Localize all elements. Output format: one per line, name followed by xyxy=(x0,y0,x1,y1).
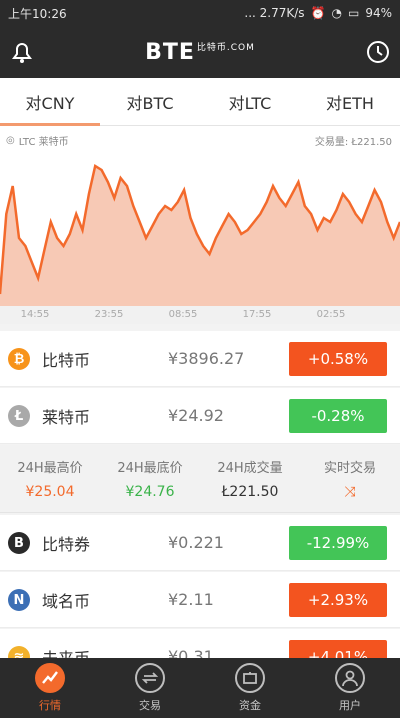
wallet-icon xyxy=(235,663,265,693)
coin-name: 比特币 xyxy=(42,350,91,370)
litecoin-icon: Ł xyxy=(8,405,30,427)
coin-row[interactable]: Ł 莱特币 ¥24.92 -0.28% xyxy=(0,388,400,444)
bitcoin-icon: ₿ xyxy=(8,348,30,370)
nav-label: 资金 xyxy=(239,699,261,712)
coin-name: 比特券 xyxy=(42,534,91,554)
nav-label: 交易 xyxy=(139,699,161,712)
status-battery: 94% xyxy=(365,6,392,20)
chart-icon xyxy=(35,663,65,693)
bitshares-icon: B xyxy=(8,532,30,554)
nav-label: 行情 xyxy=(39,699,61,712)
coin-row[interactable]: ₿ 比特币 ¥3896.27 +0.58% xyxy=(0,331,400,387)
tab-ltc[interactable]: 对LTC xyxy=(200,78,300,125)
shuffle-icon: ⤨ xyxy=(344,484,356,500)
clock-icon xyxy=(367,41,389,63)
coin-price: ¥24.92 xyxy=(168,406,224,425)
chart-pair: ◎ LTC 莱特币 xyxy=(6,133,69,148)
wifi-icon: ◔ xyxy=(331,6,342,20)
stat-high: 24H最高价 ¥25.04 xyxy=(0,445,100,512)
nav-market[interactable]: 行情 xyxy=(0,658,100,718)
chart-area xyxy=(0,166,400,306)
status-right: ... 2.77K/s ⏰ ◔ ▭ 94% xyxy=(244,6,392,20)
nav-label: 用户 xyxy=(339,699,361,712)
x-tick-label: 08:55 xyxy=(169,309,198,320)
currency-tabs: 对CNY 对BTC 对LTC 对ETH xyxy=(0,78,400,126)
price-chart[interactable]: 14:55 23:55 08:55 17:55 02:55 ◎ LTC 莱特币 交易量:… xyxy=(0,126,400,324)
coin-name: 域名币 xyxy=(42,591,91,611)
stat-value: ¥24.76 xyxy=(125,484,175,500)
status-network: ... 2.77K/s xyxy=(244,6,305,20)
coin-name: 莱特币 xyxy=(42,407,91,427)
coin-price: ¥2.11 xyxy=(168,590,214,609)
coin-row[interactable]: B 比特券 ¥0.221 -12.99% xyxy=(0,515,400,571)
realtime-trade-button[interactable]: 实时交易 ⤨ xyxy=(300,445,400,512)
stats-bar: 24H最高价 ¥25.04 24H最底价 ¥24.76 24H成交量 Ł221.… xyxy=(0,445,400,513)
logo-sub: 比特币.COM xyxy=(196,42,255,53)
stat-label: 实时交易 xyxy=(323,461,376,476)
x-tick-label: 23:55 xyxy=(95,309,124,320)
stat-low: 24H最底价 ¥24.76 xyxy=(100,445,200,512)
chart-pair-label: LTC 莱特币 xyxy=(18,137,69,148)
nav-user[interactable]: 用户 xyxy=(300,658,400,718)
coin-change[interactable]: -0.28% xyxy=(289,398,387,433)
chart-volume: 交易量: Ł221.50 xyxy=(314,137,392,148)
bell-icon xyxy=(12,43,32,63)
stat-label: 24H最高价 xyxy=(17,461,83,476)
litecoin-small-icon: ◎ xyxy=(6,135,15,146)
user-icon xyxy=(335,663,365,693)
coin-change[interactable]: +2.93% xyxy=(289,582,387,617)
bottom-nav: 行情 交易 资金 用户 xyxy=(0,658,400,718)
stat-label: 24H最底价 xyxy=(117,461,183,476)
x-tick-label: 17:55 xyxy=(243,309,272,320)
history-button[interactable] xyxy=(364,38,392,66)
price-chart-svg: 14:55 23:55 08:55 17:55 02:55 xyxy=(0,164,400,324)
status-bar: 上午10:26 ... 2.77K/s ⏰ ◔ ▭ 94% xyxy=(0,0,400,26)
stat-value: Ł221.50 xyxy=(221,484,279,500)
nav-funds[interactable]: 资金 xyxy=(200,658,300,718)
x-tick-label: 14:55 xyxy=(21,309,50,320)
stat-label: 24H成交量 xyxy=(217,461,283,476)
x-tick-label: 02:55 xyxy=(317,309,346,320)
tab-eth[interactable]: 对ETH xyxy=(300,78,400,125)
bell-button[interactable] xyxy=(8,38,36,66)
coin-row[interactable]: N 域名币 ¥2.11 +2.93% xyxy=(0,572,400,628)
stat-value: ¥25.04 xyxy=(25,484,75,500)
coin-change[interactable]: -12.99% xyxy=(289,525,387,560)
battery-icon: ▭ xyxy=(347,6,360,20)
namecoin-icon: N xyxy=(8,589,30,611)
exchange-icon xyxy=(135,663,165,693)
nav-trade[interactable]: 交易 xyxy=(100,658,200,718)
stat-volume: 24H成交量 Ł221.50 xyxy=(200,445,300,512)
coin-change[interactable]: +0.58% xyxy=(289,341,387,376)
coin-price: ¥3896.27 xyxy=(168,349,245,368)
tab-cny[interactable]: 对CNY xyxy=(0,78,100,126)
tab-btc[interactable]: 对BTC xyxy=(100,78,200,125)
alarm-icon: ⏰ xyxy=(310,6,326,20)
coin-price: ¥0.221 xyxy=(168,533,224,552)
app-logo: BTE 比特币.COM xyxy=(145,40,255,65)
logo-text: BTE xyxy=(145,39,195,65)
app-bar: BTE 比特币.COM xyxy=(0,26,400,78)
status-time: 上午10:26 xyxy=(8,6,67,21)
